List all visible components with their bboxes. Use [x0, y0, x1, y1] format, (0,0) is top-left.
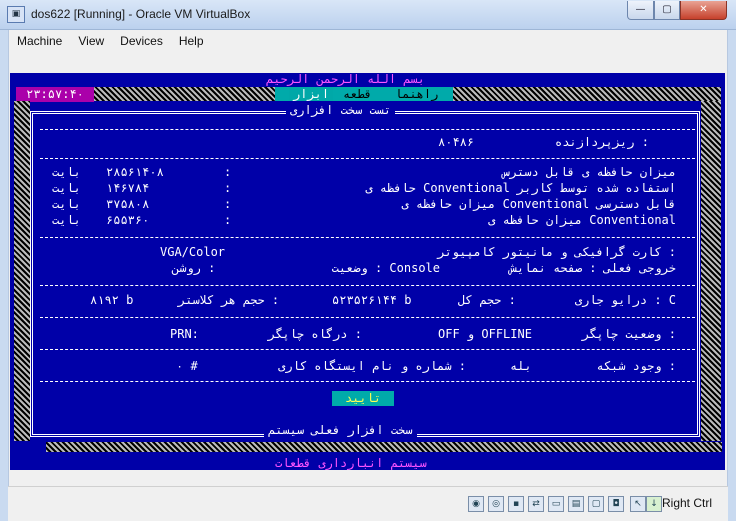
vm-screen[interactable]: بسم الله الرحمن الرحيم ۲۳:۵۷:۴۰ راهنما ق… [10, 73, 725, 470]
mem-row-value: ۳۷۵۸۰۸ [106, 197, 150, 211]
mode-value: روشن : [172, 261, 216, 275]
mem-row-value: ۲۸۵۶۱۴۰۸ [106, 165, 164, 179]
station-value: ۰ # [176, 359, 198, 373]
printer-status-value: OFF و OFFLINE [438, 327, 532, 341]
bottom-title: سیستم انبارداری قطعات [275, 456, 427, 470]
mem-row-unit: بایت [52, 197, 81, 211]
drive-total-value: ۵۲۳۵۲۶۱۴۴ b [332, 293, 412, 307]
close-button[interactable]: ✕ [680, 1, 727, 20]
station-label: شماره و نام ایستگاه کاری : [278, 359, 466, 373]
output-label: خروجی فعلی : صفحه نمایش [509, 261, 676, 275]
shared-folder-icon[interactable]: ▤ [568, 496, 584, 512]
clock: ۲۳:۵۷:۴۰ [16, 87, 94, 102]
menu-bar: Machine View Devices Help [8, 30, 728, 52]
window-title: dos622 [Running] - Oracle VM VirtualBox [31, 7, 251, 21]
host-key-icon[interactable]: ↓ [646, 496, 662, 512]
dos-menu-help[interactable]: راهنما [395, 87, 438, 101]
mem-row-label: میزان حافظه ی Conventional قابل دسترسی [401, 197, 676, 211]
mouse-integration-icon[interactable]: ↖ [630, 496, 646, 512]
bottom-pattern-border [46, 442, 722, 452]
menu-devices[interactable]: Devices [112, 31, 171, 52]
video-capture-icon[interactable]: ◘ [608, 496, 624, 512]
mem-row-colon: : [224, 165, 232, 179]
drive-total-label: حجم کل : [458, 293, 516, 307]
divider [40, 237, 695, 238]
maximize-button[interactable]: ▢ [654, 1, 680, 20]
mem-row-colon: : [224, 197, 232, 211]
drive-label: درایو جاری : C [574, 293, 676, 307]
divider [40, 158, 695, 159]
divider [40, 129, 695, 130]
printer-port-value: PRN: [170, 327, 199, 341]
divider [40, 285, 695, 286]
graphics-value: VGA/Color [160, 245, 226, 259]
cluster-value: ۸۱۹۲ b [90, 293, 134, 307]
title-bar: ▣ dos622 [Running] - Oracle VM VirtualBo… [0, 0, 736, 30]
mem-row-unit: بایت [52, 181, 81, 195]
dos-menu-part[interactable]: قطعه [343, 87, 372, 101]
left-pattern-border [14, 101, 30, 441]
network-icon[interactable]: ⇄ [528, 496, 544, 512]
dos-menu-bar: راهنما قطعه ابزار [275, 87, 453, 101]
dialog-title: تست سخت افزاری [286, 103, 396, 117]
divider [40, 317, 695, 318]
footer-title: سخت افزار فعلی سیستم [264, 423, 417, 437]
bismillah-header: بسم الله الرحمن الرحيم [266, 73, 425, 86]
host-key-label: Right Ctrl [662, 496, 713, 510]
mem-row-label: میزان حافظه ی Conventional [488, 213, 676, 227]
mem-row-colon: : [224, 213, 232, 227]
mem-row-label: حافظه ی Conventional استفاده شده توسط کا… [365, 181, 676, 195]
mode-label: وضعیت : Console [331, 261, 440, 275]
floppy-icon[interactable]: ▪ [508, 496, 524, 512]
mem-row-value: ۱۴۶۷۸۴ [106, 181, 150, 195]
mem-row-unit: بایت [52, 165, 81, 179]
hard-disk-icon[interactable]: ◉ [468, 496, 484, 512]
mem-row-value: ۶۵۵۳۶۰ [106, 213, 150, 227]
right-pattern-border [701, 101, 721, 441]
mem-row-label: میزان حافظه ی قابل دسترس [502, 165, 676, 179]
top-pattern-right [453, 87, 721, 101]
mem-row-unit: بایت [52, 213, 81, 227]
network-value: بله [510, 359, 532, 373]
usb-icon[interactable]: ▭ [548, 496, 564, 512]
cpu-value: ۸۰۴۸۶ [438, 135, 475, 149]
divider [40, 381, 695, 382]
minimize-button[interactable]: — [627, 1, 654, 20]
menu-view[interactable]: View [70, 31, 112, 52]
optical-drive-icon[interactable]: ◎ [488, 496, 504, 512]
dos-menu-tools[interactable]: ابزار [289, 87, 334, 101]
virtualbox-app-icon: ▣ [7, 6, 25, 23]
menu-machine[interactable]: Machine [9, 31, 70, 52]
cluster-label: حجم هر کلاستر : [178, 293, 280, 307]
top-pattern-left [94, 87, 275, 101]
mem-row-colon: : [224, 181, 232, 195]
status-bar: ◉ ◎ ▪ ⇄ ▭ ▤ ▢ ◘ ↖ ↓ Right Ctrl [8, 486, 728, 521]
graphics-label: کارت گرافیکی و مانیتور کامپیوتر : [437, 245, 676, 259]
display-icon[interactable]: ▢ [588, 496, 604, 512]
network-label: وجود شبکه : [596, 359, 676, 373]
ok-button[interactable]: تایید [332, 391, 394, 406]
divider [40, 349, 695, 350]
menu-help[interactable]: Help [171, 31, 212, 52]
printer-port-label: درگاه چاپگر : [268, 327, 362, 341]
printer-status-label: وضعیت چاپگر : [582, 327, 676, 341]
cpu-label: ریزپردازنده : [555, 135, 649, 149]
